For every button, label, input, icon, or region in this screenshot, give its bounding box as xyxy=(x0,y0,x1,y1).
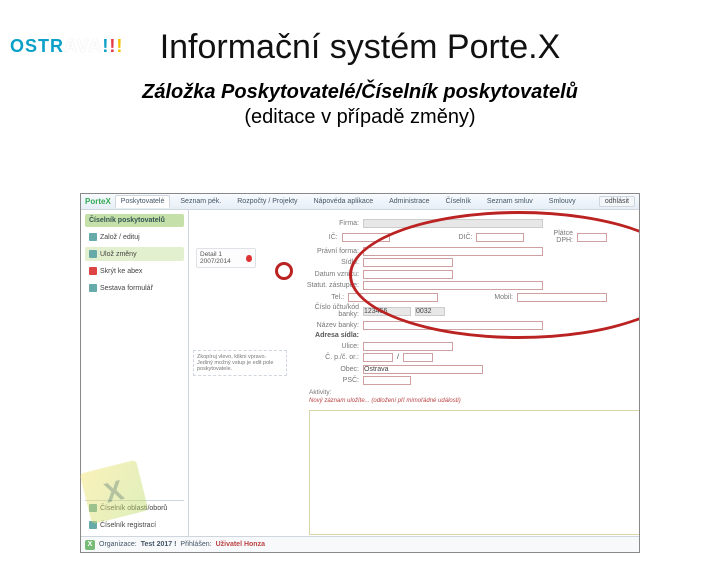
lbl-dph: Plátce DPH: xyxy=(545,230,573,244)
ulice-field[interactable] xyxy=(363,342,453,351)
lbl-obec: Obec: xyxy=(301,366,359,373)
firma-field[interactable] xyxy=(363,219,543,228)
lbl-banka: Název banky: xyxy=(301,322,359,329)
lbl-ulice: Ulice: xyxy=(301,343,359,350)
sidebar-header: Číselník poskytovatelů xyxy=(85,214,184,227)
page-subtitle-b: (editace v případě změny) xyxy=(0,106,720,129)
lbl-aktivity: Aktivity: xyxy=(309,389,607,396)
doc-icon xyxy=(89,284,97,292)
status-user-value: Uživatel Honza xyxy=(216,541,265,548)
lbl-psc: PSČ: xyxy=(301,377,359,384)
tab-seznam[interactable]: Seznam pék. xyxy=(174,195,227,208)
lbl-dic: DIČ: xyxy=(436,234,473,241)
datum-vzniku-field[interactable] xyxy=(363,270,453,279)
mobil-field[interactable] xyxy=(517,293,607,302)
dic-field[interactable] xyxy=(476,233,524,242)
app-logo: PorteX xyxy=(85,197,111,206)
sidebar-item-label: Skrýt ke abex xyxy=(100,268,142,275)
lbl-firma: Firma: xyxy=(301,220,359,227)
statut-field[interactable] xyxy=(363,281,543,290)
cp-field[interactable] xyxy=(363,353,393,362)
file-icon xyxy=(89,233,97,241)
logo-ostrava: OSTRAVA!!! xyxy=(10,36,123,57)
tab-ciselnik[interactable]: Číselník xyxy=(440,195,477,208)
tab-napoveda[interactable]: Nápovéda aplikace xyxy=(308,195,380,208)
ucet-field-a[interactable]: 123456 xyxy=(363,307,411,316)
ucet-field-b[interactable]: 0032 xyxy=(415,307,445,316)
x-icon xyxy=(89,267,97,275)
lbl-ucet: Číslo účtu/kód banky: xyxy=(301,304,359,318)
pravni-forma-field[interactable] xyxy=(363,247,543,256)
area-note: Nový záznam uložíte... (odložení pří mim… xyxy=(309,398,607,404)
sidebar-item-hide[interactable]: Skrýt ke abex xyxy=(85,264,184,278)
status-user-label: Přihlášen: xyxy=(180,541,211,548)
sidebar-item-label: Ulož změny xyxy=(100,251,137,258)
lbl-sidlo: Sídlo: xyxy=(301,259,359,266)
cor-field[interactable] xyxy=(403,353,433,362)
status-org-value: Test 2017 ! xyxy=(141,541,177,548)
tab-rozpocty[interactable]: Rozpočty / Projekty xyxy=(231,195,303,208)
tel-field[interactable] xyxy=(348,293,438,302)
lbl-cp: Č. p./č. or.: xyxy=(301,354,359,361)
aktivity-textarea[interactable] xyxy=(309,410,639,535)
obec-field[interactable]: Ostrava xyxy=(363,365,483,374)
lbl-datum: Datum vzniku: xyxy=(301,271,359,278)
banka-field[interactable] xyxy=(363,321,543,330)
statusbar: X Organizace: Test 2017 ! Přihlášen: Uži… xyxy=(81,536,639,552)
tab-admin[interactable]: Administrace xyxy=(383,195,435,208)
disk-icon xyxy=(89,250,97,258)
platce-dph-field[interactable] xyxy=(577,233,607,242)
x-app-icon: X xyxy=(85,540,95,550)
topbar: PorteX Poskytovatelé Seznam pék. Rozpočt… xyxy=(81,194,639,210)
main-panel: Firma: IČ:DIČ:Plátce DPH: Právní forma: … xyxy=(189,210,639,536)
sidebar-item-label: Sestava formulář xyxy=(100,285,153,292)
sidebar-item-label: Založ / edituj xyxy=(100,234,140,241)
psc-field[interactable] xyxy=(363,376,411,385)
tab-smlouvy-seznam[interactable]: Seznam smluv xyxy=(481,195,539,208)
logout-button[interactable]: odhlásit xyxy=(599,196,635,207)
sidlo-field[interactable] xyxy=(363,258,453,267)
lbl-tel: Tel.: xyxy=(301,294,344,301)
sidebar-item-label: Číselník registrací xyxy=(100,522,156,529)
highlight-dot xyxy=(275,262,293,280)
tab-smlouvy[interactable]: Smlouvy xyxy=(543,195,582,208)
lbl-ic: IČ: xyxy=(301,234,338,241)
page-subtitle-a: Záložka Poskytovatelé/Číselník poskytova… xyxy=(0,81,720,104)
status-org-label: Organizace: xyxy=(99,541,137,548)
lbl-statut: Statut. zástupce: xyxy=(301,282,359,289)
sidebar-item-report[interactable]: Sestava formulář xyxy=(85,281,184,295)
lbl-adresa: Adresa sídla: xyxy=(301,332,359,339)
slash: / xyxy=(397,354,399,361)
tab-poskytovatele[interactable]: Poskytovatelé xyxy=(115,195,171,208)
hints-box: Zkopíruj vlevo, klikni vpravo. Jediný mo… xyxy=(193,350,287,376)
sidebar-item-new[interactable]: Založ / edituj xyxy=(85,230,184,244)
lbl-pravni: Právní forma: xyxy=(301,248,359,255)
ic-field[interactable] xyxy=(342,233,390,242)
portex-window: PorteX Poskytovatelé Seznam pék. Rozpočt… xyxy=(80,193,640,553)
sidebar: Číselník poskytovatelů Založ / edituj Ul… xyxy=(81,210,189,536)
sidebar-item-save[interactable]: Ulož změny xyxy=(85,247,184,261)
